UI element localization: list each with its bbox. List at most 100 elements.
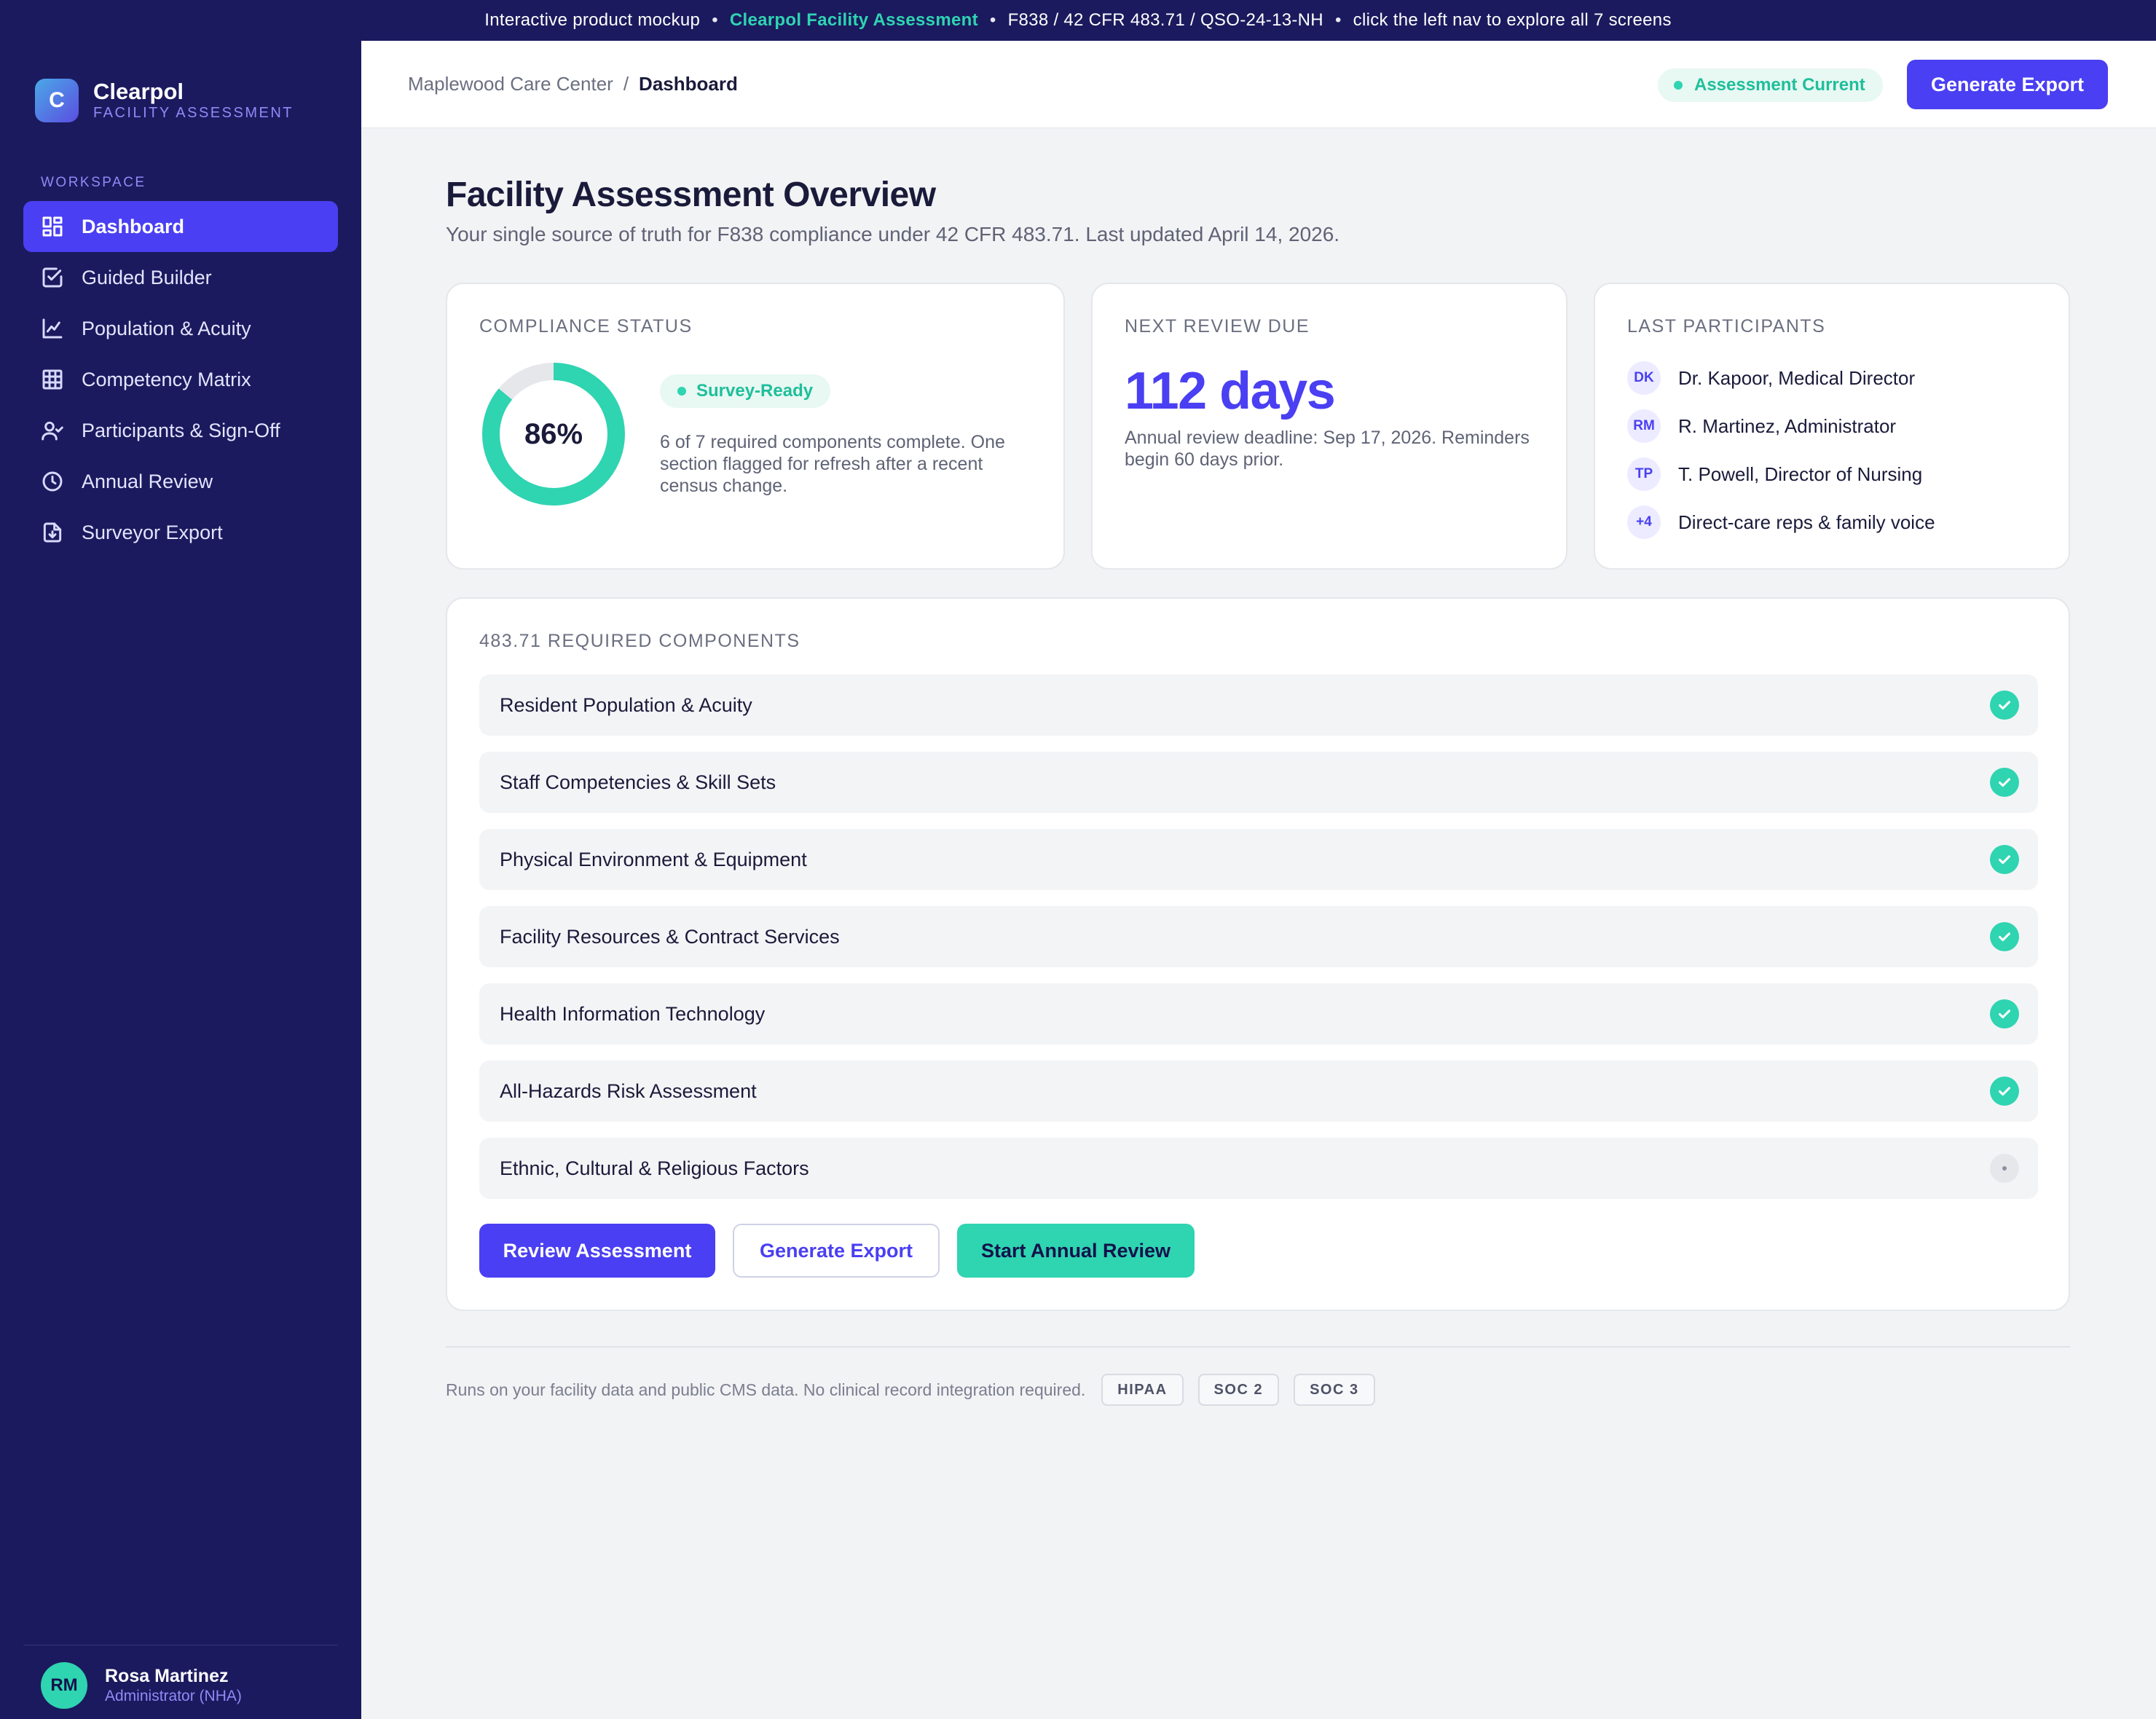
list-item: DK Dr. Kapoor, Medical Director (1627, 354, 1935, 402)
sidebar-item-label: Dashboard (82, 215, 185, 237)
card-label: COMPLIANCE STATUS (479, 316, 693, 337)
sidebar-item-label: Population & Acuity (82, 317, 251, 339)
file-download-icon (43, 522, 62, 543)
user-profile[interactable]: RM Rosa Martinez Administrator (NHA) (41, 1662, 242, 1709)
participant-name: Dr. Kapoor, Medical Director (1678, 366, 1916, 389)
sidebar-item-label: Participants & Sign-Off (82, 419, 280, 441)
banner-separator: • (712, 10, 718, 30)
component-name: All-Hazards Risk Assessment (500, 1079, 757, 1102)
top-banner: Interactive product mockup • Clearpol Fa… (0, 0, 2156, 41)
component-name: Physical Environment & Equipment (500, 848, 807, 870)
check-circle-icon (1990, 922, 2019, 951)
sidebar-item-label: Surveyor Export (82, 521, 223, 543)
footer-text: Runs on your facility data and public CM… (446, 1380, 1086, 1399)
workspace-label: WORKSPACE (41, 175, 146, 190)
status-dot-icon (1674, 81, 1683, 90)
list-item: +4 Direct-care reps & family voice (1627, 498, 1935, 546)
list-item[interactable]: Ethnic, Cultural & Religious Factors (479, 1138, 2038, 1199)
page-title: Facility Assessment Overview (446, 176, 936, 214)
check-circle-icon (1990, 999, 2019, 1028)
sidebar-item-annual-review[interactable]: Annual Review (23, 456, 338, 507)
user-name: Rosa Martinez (105, 1666, 229, 1686)
list-item[interactable]: Resident Population & Acuity (479, 674, 2038, 736)
brand-subtitle: FACILITY ASSESSMENT (93, 105, 294, 121)
sidebar-item-label: Competency Matrix (82, 368, 251, 390)
sidebar-item-surveyor-export[interactable]: Surveyor Export (23, 507, 338, 558)
generate-export-button[interactable]: Generate Export (1907, 60, 2108, 109)
participant-name: T. Powell, Director of Nursing (1678, 463, 1923, 485)
footer: Runs on your facility data and public CM… (446, 1374, 1390, 1406)
list-item[interactable]: All-Hazards Risk Assessment (479, 1061, 2038, 1122)
breadcrumb-separator: / (623, 73, 629, 95)
component-actions: Review Assessment Generate Export Start … (479, 1224, 1212, 1278)
sidebar: C Clearpol FACILITY ASSESSMENT WORKSPACE… (0, 41, 361, 1719)
brand-logo: C (35, 79, 79, 122)
status-dot-icon (677, 387, 686, 396)
pending-dot-icon (1990, 1154, 2019, 1183)
list-item[interactable]: Facility Resources & Contract Services (479, 906, 2038, 967)
avatar: TP (1627, 457, 1661, 491)
start-annual-review-button[interactable]: Start Annual Review (957, 1224, 1195, 1278)
status-badge-label: Assessment Current (1694, 75, 1865, 95)
soc3-badge: SOC 3 (1294, 1374, 1375, 1406)
component-name: Ethnic, Cultural & Religious Factors (500, 1157, 809, 1179)
user-role: Administrator (NHA) (105, 1688, 242, 1704)
card-label: LAST PARTICIPANTS (1627, 316, 1826, 337)
list-item: RM R. Martinez, Administrator (1627, 402, 1935, 450)
sidebar-item-guided-builder[interactable]: Guided Builder (23, 252, 338, 303)
avatar: DK (1627, 361, 1661, 395)
banner-product: Clearpol Facility Assessment (729, 10, 978, 30)
card-label: NEXT REVIEW DUE (1125, 316, 1310, 337)
clock-icon (42, 471, 63, 492)
component-name: Health Information Technology (500, 1002, 766, 1025)
list-item[interactable]: Health Information Technology (479, 983, 2038, 1045)
sidebar-item-dashboard[interactable]: Dashboard (23, 201, 338, 252)
banner-prefix: Interactive product mockup (484, 10, 701, 30)
sidebar-item-participants-signoff[interactable]: Participants & Sign-Off (23, 405, 338, 456)
compliance-percent: 86% (524, 417, 583, 450)
compliance-status-card: COMPLIANCE STATUS 86% Survey-Ready 6 of … (446, 283, 1065, 570)
review-assessment-button[interactable]: Review Assessment (479, 1224, 715, 1278)
list-item[interactable]: Physical Environment & Equipment (479, 829, 2038, 890)
banner-separator: • (1334, 10, 1342, 30)
generate-export-secondary-button[interactable]: Generate Export (733, 1224, 940, 1278)
top-header: Maplewood Care Center / Dashboard Assessme… (361, 41, 2156, 128)
components-list: Resident Population & Acuity Staff Compe… (479, 674, 2038, 1215)
banner-hint: click the left nav to explore all 7 scre… (1353, 10, 1672, 30)
brand-name: Clearpol (93, 79, 184, 104)
avatar: RM (41, 1662, 87, 1709)
sidebar-item-population-acuity[interactable]: Population & Acuity (23, 303, 338, 354)
checkbox-icon (42, 267, 63, 288)
check-circle-icon (1990, 845, 2019, 874)
card-label: 483.71 REQUIRED COMPONENTS (479, 631, 800, 651)
days-remaining: 112 days (1125, 362, 1336, 420)
check-circle-icon (1990, 768, 2019, 797)
component-name: Facility Resources & Contract Services (500, 925, 840, 948)
next-review-card: NEXT REVIEW DUE 112 days Annual review d… (1091, 283, 1567, 570)
breadcrumb: Maplewood Care Center / Dashboard (408, 73, 738, 95)
sidebar-item-competency-matrix[interactable]: Competency Matrix (23, 354, 338, 405)
user-text: Rosa Martinez Administrator (NHA) (105, 1665, 242, 1706)
last-participants-card: LAST PARTICIPANTS DK Dr. Kapoor, Medical… (1594, 283, 2070, 570)
list-item[interactable]: Staff Competencies & Skill Sets (479, 752, 2038, 813)
status-badge: Assessment Current (1658, 68, 1883, 102)
footer-divider (446, 1346, 2070, 1348)
line-chart-icon (42, 318, 63, 339)
participant-name: R. Martinez, Administrator (1678, 414, 1897, 437)
participant-name: Direct-care reps & family voice (1678, 511, 1935, 533)
review-description: Annual review deadline: Sep 17, 2026. Re… (1125, 428, 1530, 470)
survey-ready-badge: Survey-Ready (660, 374, 831, 408)
brand[interactable]: C Clearpol FACILITY ASSESSMENT (35, 79, 294, 122)
breadcrumb-facility[interactable]: Maplewood Care Center (408, 73, 613, 95)
sidebar-item-label: Guided Builder (82, 266, 212, 288)
breadcrumb-current: Dashboard (639, 73, 738, 95)
soc2-badge: SOC 2 (1197, 1374, 1280, 1406)
avatar: +4 (1627, 506, 1661, 539)
banner-separator: • (989, 10, 996, 30)
participants-list: DK Dr. Kapoor, Medical Director RM R. Ma… (1627, 354, 1935, 546)
avatar: RM (1627, 409, 1661, 443)
required-components-card: 483.71 REQUIRED COMPONENTS Resident Popu… (446, 597, 2070, 1311)
banner-regulations: F838 / 42 CFR 483.71 / QSO-24-13-NH (1007, 10, 1323, 30)
brand-text: Clearpol FACILITY ASSESSMENT (93, 79, 294, 122)
table-grid-icon (42, 369, 63, 390)
